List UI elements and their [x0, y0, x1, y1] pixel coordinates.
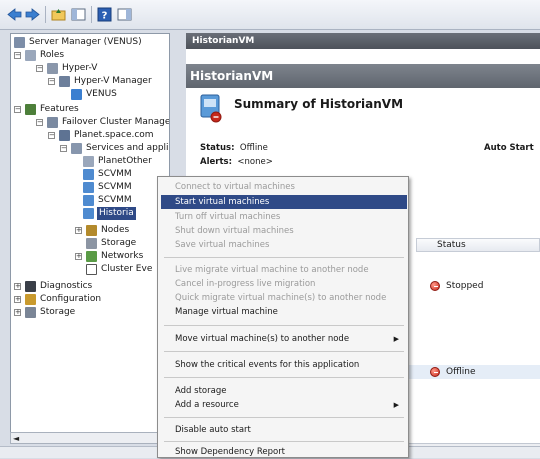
submenu-arrow-icon: ▶: [393, 335, 399, 343]
collapse-icon[interactable]: −: [14, 106, 21, 113]
virtual-machine-icon: [198, 93, 224, 123]
collapse-icon[interactable]: −: [14, 52, 21, 59]
menu-item-cancel-live-migration: Cancel in-progress live migration: [175, 279, 316, 289]
collapse-icon[interactable]: −: [36, 119, 43, 126]
menu-separator: [164, 417, 404, 418]
hyper-v-manager-icon: [59, 76, 70, 87]
tree-horizontal-scrollbar[interactable]: ◄: [10, 432, 170, 444]
server-icon: [71, 89, 82, 100]
menu-item-shut-down: Shut down virtual machines: [175, 226, 294, 236]
features-icon: [25, 104, 36, 115]
menu-item-show-dependency-report[interactable]: Show Dependency Report: [161, 445, 407, 459]
expand-icon[interactable]: +: [75, 253, 82, 260]
storage-icon: [25, 307, 36, 318]
offline-status-icon: [430, 367, 440, 377]
collapse-icon[interactable]: −: [48, 132, 55, 139]
collapse-icon[interactable]: −: [36, 65, 43, 72]
menu-item-save: Save virtual machines: [175, 240, 270, 250]
details-header-bar: HistorianVM: [186, 33, 540, 49]
menu-separator: [164, 377, 404, 378]
vm-icon: [83, 195, 94, 206]
hyper-v-icon: [47, 63, 58, 74]
stopped-status-icon: [430, 281, 440, 291]
nodes-icon: [86, 225, 97, 236]
menu-item-add-storage[interactable]: Add storage: [161, 384, 407, 398]
expand-icon[interactable]: +: [75, 227, 82, 234]
context-menu: Connect to virtual machines Start virtua…: [157, 176, 409, 458]
expand-icon[interactable]: +: [14, 283, 21, 290]
alerts-field: Alerts: <none>: [200, 157, 273, 167]
storage-icon: [86, 238, 97, 249]
summary-title: Summary of HistorianVM: [234, 97, 404, 111]
cluster-icon: [59, 130, 70, 141]
vm-icon: [83, 208, 94, 219]
collapse-icon[interactable]: −: [60, 145, 67, 152]
scroll-left-arrow-icon[interactable]: ◄: [13, 434, 19, 443]
menu-item-connect: Connect to virtual machines: [175, 182, 295, 192]
details-title-bar: HistorianVM: [186, 64, 540, 88]
collapse-icon[interactable]: −: [48, 78, 55, 85]
back-arrow-icon[interactable]: [6, 6, 23, 23]
toolbar: ?: [0, 0, 540, 30]
menu-separator: [164, 325, 404, 326]
status-column-header[interactable]: Status: [416, 238, 540, 252]
diagnostics-icon: [25, 281, 36, 292]
server-manager-icon: [14, 37, 25, 48]
expand-icon[interactable]: +: [14, 296, 21, 303]
menu-item-start-vms[interactable]: Start virtual machines: [161, 195, 407, 209]
vm-icon: [83, 169, 94, 180]
menu-separator: [164, 257, 404, 258]
menu-item-add-resource[interactable]: Add a resource ▶: [161, 398, 407, 412]
configuration-icon: [25, 294, 36, 305]
menu-separator: [164, 351, 404, 352]
menu-item-manage-vm[interactable]: Manage virtual machine: [161, 305, 407, 319]
menu-item-show-critical-events[interactable]: Show the critical events for this applic…: [161, 358, 407, 372]
show-action-pane-icon[interactable]: [116, 6, 133, 23]
console-tree: Server Manager (VENUS) − Roles − Hyper-V…: [10, 33, 170, 443]
roles-icon: [25, 50, 36, 61]
menu-item-live-migrate: Live migrate virtual machine to another …: [175, 265, 369, 275]
cluster-events-icon: [86, 264, 97, 275]
submenu-arrow-icon: ▶: [393, 401, 399, 409]
cluster-manager-icon: [47, 117, 58, 128]
services-icon: [71, 143, 82, 154]
menu-item-disable-auto-start[interactable]: Disable auto start: [161, 423, 407, 437]
vm-icon: [83, 182, 94, 193]
networks-icon: [86, 251, 97, 262]
app-icon: [83, 156, 94, 167]
forward-arrow-icon[interactable]: [24, 6, 41, 23]
menu-separator: [164, 441, 404, 442]
menu-item-turn-off: Turn off virtual machines: [175, 212, 281, 222]
menu-item-move-vms[interactable]: Move virtual machine(s) to another node …: [161, 332, 407, 346]
menu-item-quick-migrate: Quick migrate virtual machine(s) to anot…: [175, 293, 387, 303]
show-hide-tree-icon[interactable]: [70, 6, 87, 23]
up-folder-icon[interactable]: [50, 6, 67, 23]
auto-start-label: Auto Start: [484, 143, 534, 153]
help-icon[interactable]: ?: [96, 6, 113, 23]
expand-icon[interactable]: +: [14, 309, 21, 316]
status-field: Status: Offline: [200, 143, 268, 153]
svg-text:?: ?: [102, 11, 108, 22]
